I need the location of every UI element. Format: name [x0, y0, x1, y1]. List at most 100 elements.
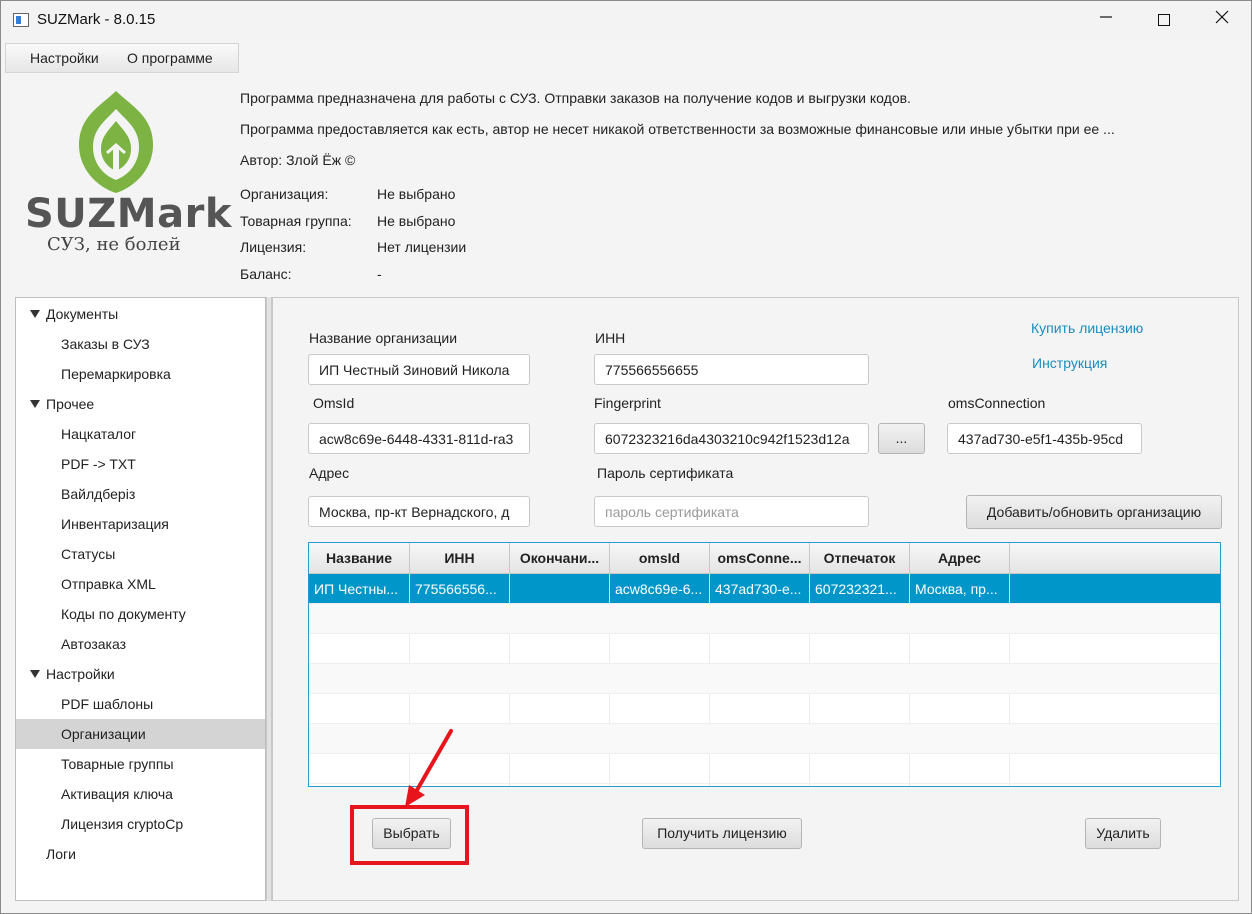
- tree-item-label: PDF шаблоны: [61, 696, 154, 712]
- tree-item-send-xml[interactable]: Отправка XML: [16, 569, 265, 599]
- balance-label: Баланс:: [240, 266, 292, 282]
- logo-brand-text: SUZMark: [25, 191, 232, 237]
- product-group-value: Не выбрано: [377, 213, 456, 229]
- tree-item-label: Заказы в СУЗ: [61, 336, 150, 352]
- omsconnection-label: omsConnection: [948, 395, 1046, 411]
- tree-item-label: Инвентаризация: [61, 516, 169, 532]
- tree-item-label: Отправка XML: [61, 576, 156, 592]
- org-label: Организация:: [240, 186, 329, 202]
- table-cell: [510, 574, 610, 604]
- tree-item-codes-doc[interactable]: Коды по документу: [16, 599, 265, 629]
- tree-item-orders[interactable]: Заказы в СУЗ: [16, 329, 265, 359]
- expand-triangle-icon[interactable]: [30, 670, 40, 678]
- org-value: Не выбрано: [377, 186, 456, 202]
- tree-item-label: Документы: [46, 306, 119, 322]
- cert-password-input[interactable]: [594, 496, 869, 527]
- table-cell: ИП Честны...: [309, 574, 410, 604]
- inn-label: ИНН: [595, 330, 626, 346]
- address-input[interactable]: [308, 496, 530, 527]
- tree-item-key-activation[interactable]: Активация ключа: [16, 779, 265, 809]
- logo-tagline: СУЗ, не болей: [47, 234, 181, 255]
- menu-bar: Настройки О программе: [5, 43, 239, 73]
- tree-item-label: Вайлдберiз: [61, 486, 136, 502]
- table-cell: acw8c69e-6...: [610, 574, 710, 604]
- omsid-label: OmsId: [313, 395, 355, 411]
- column-header[interactable]: Окончани...: [510, 543, 610, 574]
- tree-item-organizations[interactable]: Организации: [16, 719, 265, 749]
- tree-item-product-groups[interactable]: Товарные группы: [16, 749, 265, 779]
- title-bar: SUZMark - 8.0.15: [1, 1, 1251, 41]
- tree-item-pdf-templates[interactable]: PDF шаблоны: [16, 689, 265, 719]
- tree-item-wildberries[interactable]: Вайлдберiз: [16, 479, 265, 509]
- column-header[interactable]: Название: [309, 543, 410, 574]
- menu-settings[interactable]: Настройки: [30, 50, 99, 66]
- delete-button[interactable]: Удалить: [1085, 818, 1161, 849]
- sidebar-tree: Документы Заказы в СУЗ Перемаркировка Пр…: [15, 297, 266, 901]
- balance-value: -: [377, 266, 382, 282]
- table-cell: 775566556...: [410, 574, 510, 604]
- tree-item-remark[interactable]: Перемаркировка: [16, 359, 265, 389]
- omsid-input[interactable]: [308, 423, 530, 454]
- column-header[interactable]: Отпечаток: [810, 543, 910, 574]
- tree-item-label: Активация ключа: [61, 786, 173, 802]
- tree-item-label: PDF -> TXT: [61, 456, 136, 472]
- browse-certificate-button[interactable]: ...: [878, 423, 925, 454]
- org-name-input[interactable]: [308, 354, 530, 385]
- tree-item-label: Прочее: [46, 396, 95, 412]
- tree-item-other[interactable]: Прочее: [16, 389, 265, 419]
- column-header[interactable]: omsId: [610, 543, 710, 574]
- table-cell: Москва, пр...: [910, 574, 1010, 604]
- tree-item-license-crypto[interactable]: Лицензия cryptoCp: [16, 809, 265, 839]
- tree-item-documents[interactable]: Документы: [16, 299, 265, 329]
- add-update-organization-button[interactable]: Добавить/обновить организацию: [966, 495, 1222, 529]
- buy-license-link[interactable]: Купить лицензию: [1031, 320, 1143, 336]
- license-value: Нет лицензии: [377, 239, 467, 255]
- table-row-empty: [309, 694, 1220, 724]
- tree-item-logs[interactable]: Логи: [16, 839, 265, 869]
- inn-input[interactable]: [594, 354, 869, 385]
- column-header[interactable]: omsConne...: [710, 543, 810, 574]
- omsconnection-input[interactable]: [947, 423, 1142, 454]
- annotation-highlight-box: [350, 805, 469, 865]
- cert-password-label: Пароль сертификата: [597, 465, 734, 481]
- tree-item-settings[interactable]: Настройки: [16, 659, 265, 689]
- maximize-button[interactable]: [1135, 1, 1193, 41]
- app-window: SUZMark - 8.0.15 Настройки О программе S…: [0, 0, 1252, 914]
- tree-item-statuses[interactable]: Статусы: [16, 539, 265, 569]
- table-row-selected[interactable]: ИП Честны... 775566556... acw8c69e-6... …: [309, 574, 1220, 604]
- window-title: SUZMark - 8.0.15: [37, 11, 156, 28]
- tree-item-natcatalog[interactable]: Нацкаталог: [16, 419, 265, 449]
- tree-item-label: Организации: [61, 726, 146, 742]
- description-line-2: Программа предоставляется как есть, авто…: [240, 121, 1115, 137]
- logo: SUZMark СУЗ, не болей: [21, 87, 231, 259]
- tree-item-label: Коды по документу: [61, 606, 186, 622]
- expand-triangle-icon[interactable]: [30, 400, 40, 408]
- tree-item-pdf-txt[interactable]: PDF -> TXT: [16, 449, 265, 479]
- author-line: Автор: Злой Ёж ©: [240, 152, 356, 168]
- annotation-arrow-icon: [405, 729, 453, 807]
- instruction-link[interactable]: Инструкция: [1032, 355, 1107, 371]
- tree-item-label: Лицензия cryptoCp: [61, 816, 184, 832]
- tree-item-inventory[interactable]: Инвентаризация: [16, 509, 265, 539]
- app-icon: [13, 13, 29, 27]
- tree-item-label: Статусы: [61, 546, 116, 562]
- expand-triangle-icon[interactable]: [30, 310, 40, 318]
- fingerprint-label: Fingerprint: [594, 395, 661, 411]
- table-cell: 437ad730-e...: [710, 574, 810, 604]
- address-label: Адрес: [309, 465, 350, 481]
- table-row-empty: [309, 634, 1220, 664]
- column-header[interactable]: ИНН: [410, 543, 510, 574]
- fingerprint-input[interactable]: [594, 423, 869, 454]
- close-button[interactable]: [1193, 1, 1251, 41]
- table-row-empty: [309, 604, 1220, 634]
- org-name-label: Название организации: [309, 330, 458, 346]
- menu-about[interactable]: О программе: [127, 50, 213, 66]
- minimize-button[interactable]: [1077, 1, 1135, 41]
- tree-item-label: Товарные группы: [61, 756, 174, 772]
- tree-item-label: Настройки: [46, 666, 115, 682]
- get-license-button[interactable]: Получить лицензию: [642, 818, 802, 849]
- column-header[interactable]: Адрес: [910, 543, 1010, 574]
- tree-item-autoorder[interactable]: Автозаказ: [16, 629, 265, 659]
- product-group-label: Товарная группа:: [240, 213, 352, 229]
- license-label: Лицензия:: [240, 239, 307, 255]
